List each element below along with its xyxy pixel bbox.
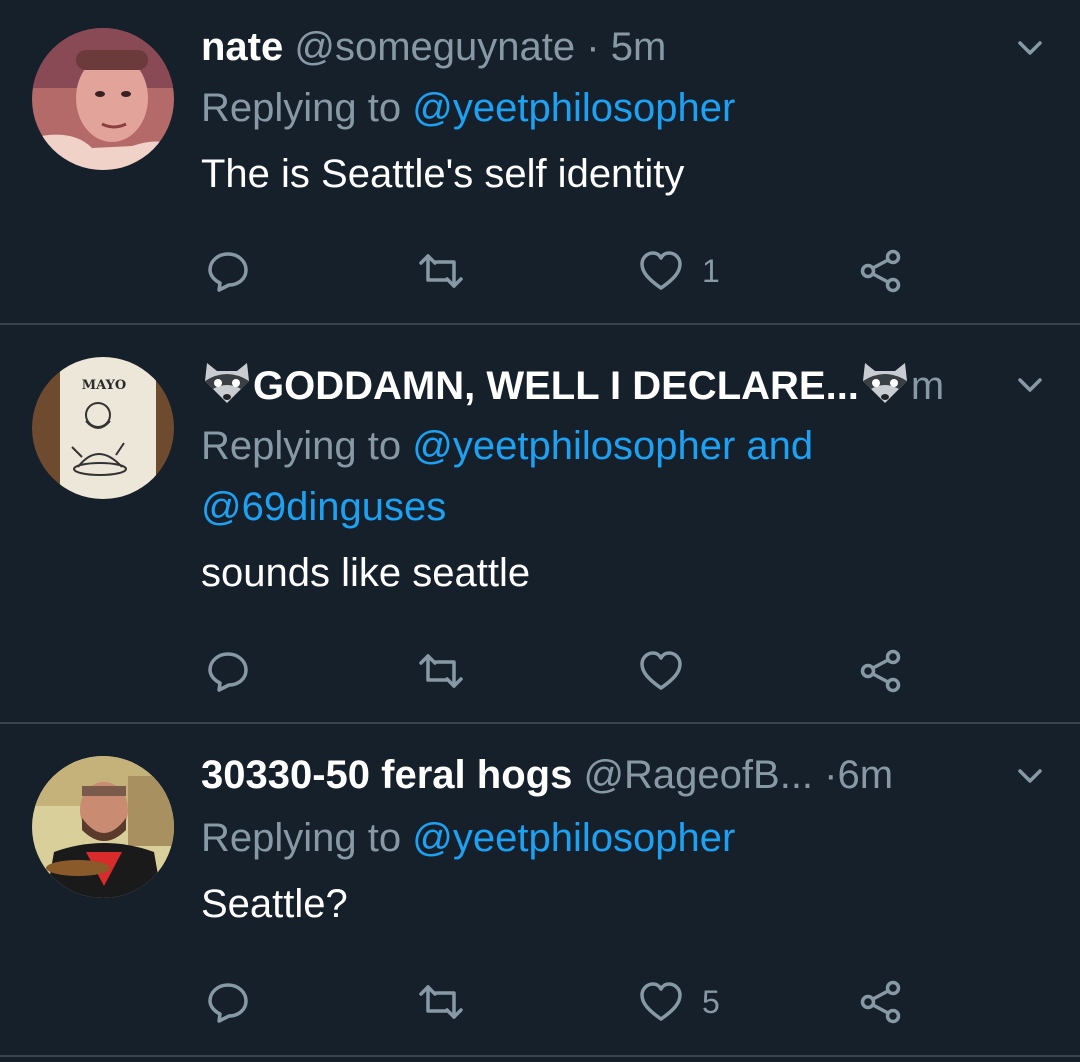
avatar-photo: MAYO <box>32 357 174 499</box>
separator-dot: · <box>824 753 838 797</box>
chevron-down-icon[interactable] <box>1010 365 1050 405</box>
share-icon <box>860 649 901 693</box>
timestamp[interactable]: 6m <box>838 753 894 797</box>
like-count: 5 <box>702 983 720 1020</box>
replying-to: Replying to @yeetphilosopher <box>201 808 1040 868</box>
heart-icon <box>640 651 682 690</box>
like-count: 1 <box>702 252 720 289</box>
chevron-down-icon[interactable] <box>1010 756 1050 796</box>
action-bar: 1 <box>0 246 1080 296</box>
retweet-icon <box>419 254 463 288</box>
mention-link[interactable]: @yeetphilosopher <box>412 816 735 860</box>
share-button[interactable] <box>858 646 904 696</box>
user-handle[interactable]: @RageofB... <box>583 753 813 797</box>
share-icon <box>860 980 901 1024</box>
user-handle[interactable]: @someguynate <box>294 25 575 69</box>
avatar-photo <box>32 756 174 898</box>
reply-button[interactable] <box>205 977 251 1027</box>
tweet-text: sounds like seattle <box>201 551 531 595</box>
tweet-text: Seattle? <box>201 882 348 926</box>
replying-to: Replying to @yeetphilosopher and <box>201 416 1040 476</box>
replying-prefix: Replying to <box>201 424 413 468</box>
timestamp[interactable]: 5m <box>611 25 667 69</box>
mention-link[interactable]: @69dinguses <box>201 485 446 529</box>
tweet[interactable]: MAYO GODDAMN, WELL I DECLARE... m Replyi… <box>0 325 1080 724</box>
reply-icon <box>208 252 248 292</box>
replying-prefix: Replying to <box>201 86 413 130</box>
raccoon-icon <box>862 363 907 403</box>
heart-icon <box>640 251 682 290</box>
display-name[interactable]: nate <box>201 25 283 69</box>
share-button[interactable] <box>858 977 904 1027</box>
tweet-header: nate @someguynate · 5m <box>201 22 970 72</box>
chevron-down-icon[interactable] <box>1010 28 1050 68</box>
avatar[interactable] <box>32 756 174 898</box>
like-button[interactable]: 1 <box>638 246 720 296</box>
tweet-header: 30330-50 feral hogs @RageofB... ·6m <box>201 750 970 800</box>
tweet-header: GODDAMN, WELL I DECLARE... m <box>201 359 970 411</box>
like-button[interactable] <box>638 646 702 696</box>
avatar-label: MAYO <box>82 378 126 393</box>
heart-icon <box>640 982 682 1021</box>
timestamp[interactable]: m <box>911 364 944 408</box>
retweet-button[interactable] <box>418 646 464 696</box>
display-name[interactable]: GODDAMN, WELL I DECLARE... <box>253 364 859 408</box>
share-button[interactable] <box>858 246 904 296</box>
raccoon-icon <box>205 363 249 403</box>
like-button[interactable]: 5 <box>638 977 720 1027</box>
reply-icon <box>208 652 248 692</box>
tweet[interactable]: 30330-50 feral hogs @RageofB... ·6m Repl… <box>0 724 1080 1057</box>
retweet-icon <box>419 654 463 688</box>
tweet[interactable]: nate @someguynate · 5m Replying to @yeet… <box>0 0 1080 325</box>
replying-to: Replying to @yeetphilosopher <box>201 78 1040 138</box>
reply-button[interactable] <box>205 646 251 696</box>
avatar[interactable]: MAYO <box>32 357 174 499</box>
action-bar: 5 <box>0 977 1080 1027</box>
tweet-text: The is Seattle's self identity <box>201 152 685 196</box>
display-name[interactable]: 30330-50 feral hogs <box>201 753 572 797</box>
separator-dot: · <box>586 25 600 69</box>
mention-link[interactable]: @yeetphilosopher and <box>412 424 813 468</box>
action-bar <box>0 646 1080 696</box>
retweet-button[interactable] <box>418 246 464 296</box>
share-icon <box>860 249 901 293</box>
retweet-button[interactable] <box>418 977 464 1027</box>
replying-to-continued: @69dinguses <box>201 477 1040 537</box>
mention-link[interactable]: @yeetphilosopher <box>412 86 735 130</box>
reply-button[interactable] <box>205 246 251 296</box>
avatar[interactable] <box>32 28 174 170</box>
avatar-photo <box>32 28 174 170</box>
reply-icon <box>208 983 248 1023</box>
replying-prefix: Replying to <box>201 816 413 860</box>
retweet-icon <box>419 985 463 1019</box>
